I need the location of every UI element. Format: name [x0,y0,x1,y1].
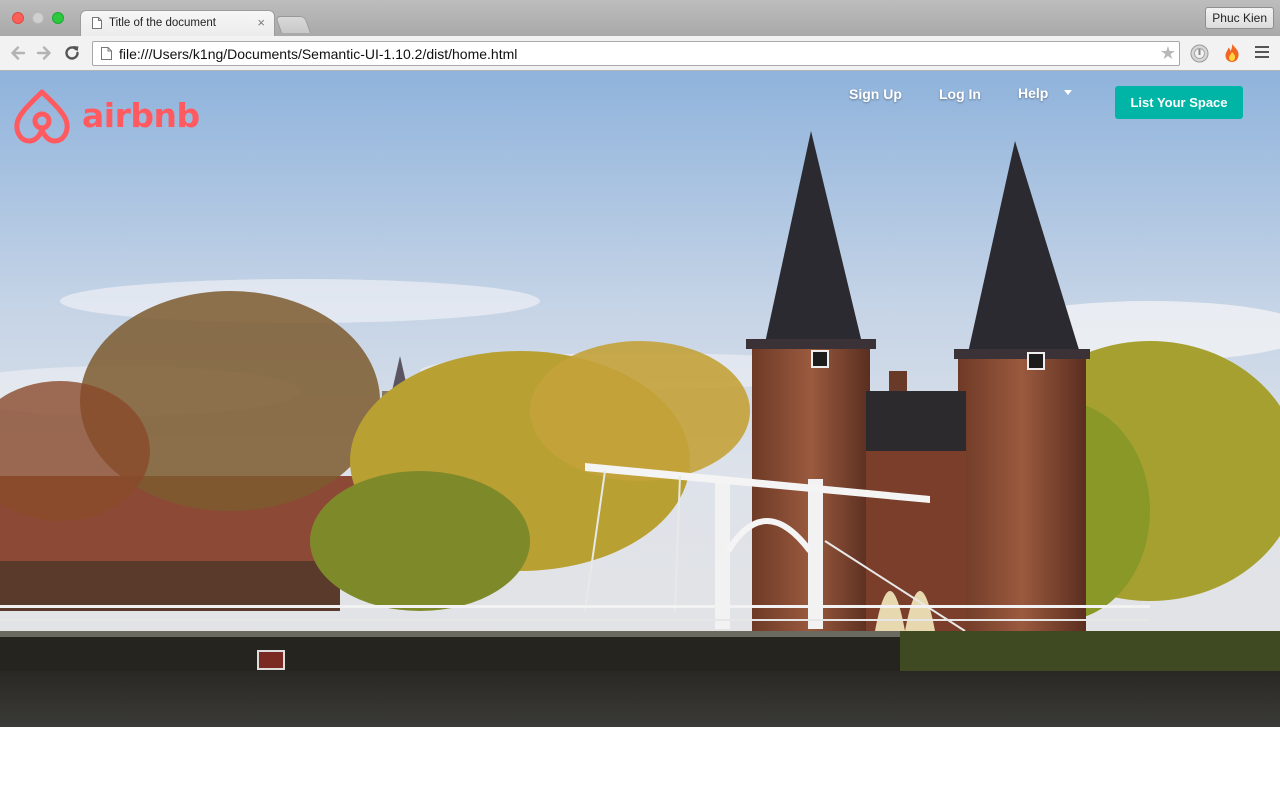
forward-icon[interactable] [34,42,54,64]
reload-icon[interactable] [62,42,82,64]
new-tab-button[interactable] [274,16,312,33]
browser-tab-active[interactable]: Title of the document × [80,10,275,36]
minimize-window-button[interactable] [32,12,44,24]
nav-sign-up-link[interactable]: Sign Up [849,86,902,102]
nav-help-dropdown[interactable]: Help [1018,85,1048,101]
nav-log-in-link[interactable]: Log In [939,86,981,102]
maximize-window-button[interactable] [52,12,64,24]
extension-icon[interactable] [1190,44,1209,63]
address-bar[interactable]: file:///Users/k1ng/Documents/Semantic-UI… [92,41,1180,66]
profile-button[interactable]: Phuc Kien [1205,7,1274,29]
tab-close-icon[interactable]: × [257,15,265,31]
close-window-button[interactable] [12,12,24,24]
airbnb-belo-icon [14,89,70,144]
tab-title: Title of the document [109,17,216,29]
menu-icon[interactable] [1255,46,1269,60]
hero-background-photo [0,71,1280,727]
browser-title-bar: Title of the document × Phuc Kien [0,0,1280,36]
page-icon [101,47,112,60]
logo-wordmark: airbnb [82,96,200,135]
fire-extension-icon[interactable] [1222,43,1242,63]
hero-section: airbnb Sign Up Log In Help List Your Spa… [0,71,1280,727]
list-your-space-button[interactable]: List Your Space [1115,86,1243,119]
back-icon[interactable] [8,42,28,64]
page-icon [92,17,102,29]
chevron-down-icon[interactable] [1064,90,1072,95]
star-icon[interactable]: ★ [1160,43,1176,63]
url-text[interactable]: file:///Users/k1ng/Documents/Semantic-UI… [119,46,517,62]
browser-toolbar: file:///Users/k1ng/Documents/Semantic-UI… [0,36,1280,71]
